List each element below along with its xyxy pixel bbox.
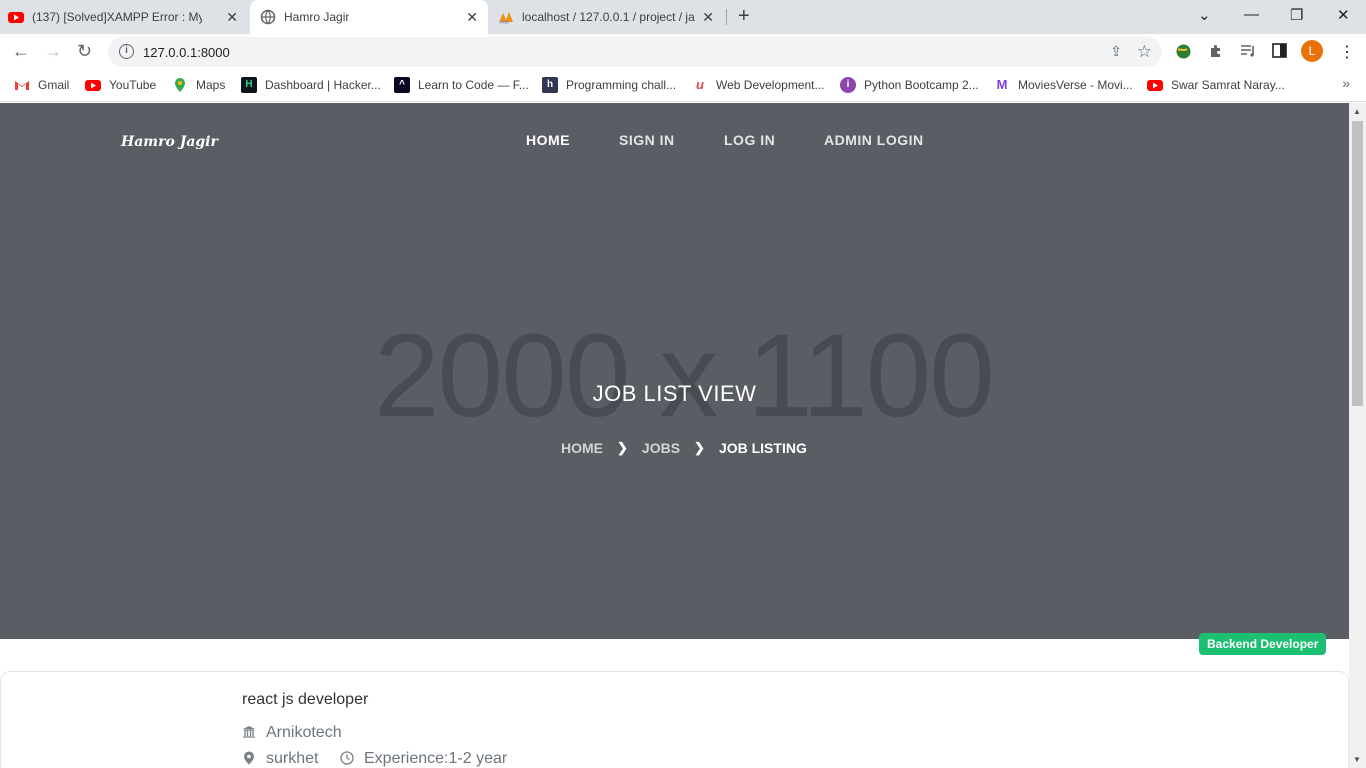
reload-icon[interactable]: ↻ <box>77 41 92 62</box>
bookmark-label: Python Bootcamp 2... <box>864 78 979 92</box>
nav-log-in[interactable]: LOG IN <box>724 132 775 148</box>
bookmarks-bar: Gmail YouTube Maps H Dashboard | Hacker.… <box>0 70 1366 102</box>
tab-phpmyadmin[interactable]: PMA localhost / 127.0.0.1 / project / ja… <box>498 0 728 34</box>
more-bookmarks-icon[interactable]: » <box>1342 75 1350 91</box>
bookmark-label: Maps <box>196 78 226 92</box>
tab-title: localhost / 127.0.0.1 / project / ja <box>522 10 695 24</box>
breadcrumb: HOME ❯ JOBS ❯ JOB LISTING <box>561 440 807 456</box>
hackerrank-icon: H <box>241 77 257 93</box>
bookmark-hackerearth[interactable]: h Programming chall... <box>542 77 676 93</box>
bookmark-label: Swar Samrat Naray... <box>1171 78 1285 92</box>
youtube-icon <box>85 77 101 93</box>
nav-admin-login[interactable]: ADMIN LOGIN <box>824 132 924 148</box>
menu-kebab-icon[interactable]: ⋮ <box>1339 42 1355 62</box>
breadcrumb-jobs[interactable]: JOBS <box>642 440 680 456</box>
tab-title: (137) [Solved]XAMPP Error : MySQ <box>32 10 202 24</box>
bookmark-label: YouTube <box>109 78 157 92</box>
youtube-icon <box>1147 77 1163 93</box>
clock-icon <box>340 750 354 768</box>
bookmark-label: Learn to Code — F... <box>418 78 529 92</box>
share-icon[interactable]: ⇪ <box>1110 43 1122 60</box>
bookmark-maps[interactable]: Maps <box>172 77 225 93</box>
back-icon[interactable]: ← <box>12 41 30 62</box>
bookmark-hackerrank[interactable]: H Dashboard | Hacker... <box>241 77 381 93</box>
close-tab-icon[interactable]: ✕ <box>702 9 714 26</box>
gmail-icon <box>14 77 30 93</box>
breadcrumb-current: JOB LISTING <box>718 440 807 456</box>
job-title[interactable]: react js developer <box>242 691 368 709</box>
bookmark-label: Programming chall... <box>566 78 677 92</box>
new-tab-button[interactable]: + <box>738 5 750 28</box>
vertical-scrollbar[interactable]: ▲ ▼ <box>1349 103 1366 768</box>
nav-home[interactable]: HOME <box>526 132 570 148</box>
bookmark-freecodecamp[interactable]: ^ Learn to Code — F... <box>394 77 529 93</box>
bookmark-moviesverse[interactable]: M MoviesVerse - Movi... <box>994 77 1133 93</box>
nav-sign-in[interactable]: SIGN IN <box>619 132 675 148</box>
tab-strip: (137) [Solved]XAMPP Error : MySQ ✕ Hamro… <box>0 0 1366 34</box>
svg-text:PMA: PMA <box>500 20 509 25</box>
location-pin-icon <box>242 751 256 768</box>
chevron-right-icon: ❯ <box>617 440 628 455</box>
bookmark-label: Web Development... <box>716 78 825 92</box>
moviesverse-icon: M <box>996 77 1008 92</box>
url-text[interactable]: 127.0.0.1:8000 <box>143 45 230 60</box>
site-logo[interactable]: Hamro Jagir <box>121 134 218 150</box>
tab-hamro-jagir[interactable]: Hamro Jagir ✕ <box>250 0 488 34</box>
company-name: Arnikotech <box>266 724 342 741</box>
tab-title: Hamro Jagir <box>284 10 350 24</box>
bookmark-python-bootcamp[interactable]: i Python Bootcamp 2... <box>840 77 979 93</box>
bootcamp-icon: i <box>840 77 856 93</box>
bookmark-swar-samrat[interactable]: Swar Samrat Naray... <box>1147 77 1285 93</box>
page-viewport: Hamro Jagir HOME SIGN IN LOG IN ADMIN LO… <box>0 103 1349 768</box>
experience-text: Experience:1-2 year <box>364 750 508 767</box>
bookmark-udemy[interactable]: u Web Development... <box>692 77 825 93</box>
side-panel-icon[interactable] <box>1272 43 1287 62</box>
tab-search-icon[interactable]: ⌄ <box>1198 6 1211 24</box>
browser-toolbar: ← → ↻ i 127.0.0.1:8000 ⇪ ☆ L ⋮ <box>0 34 1366 70</box>
bookmark-label: Gmail <box>38 78 70 92</box>
site-info-icon[interactable]: i <box>119 44 134 59</box>
youtube-icon <box>8 9 24 25</box>
scroll-up-icon[interactable]: ▲ <box>1353 107 1361 116</box>
job-company: Arnikotech <box>242 724 342 742</box>
globe-icon <box>260 9 276 25</box>
hackerearth-icon: h <box>542 77 558 93</box>
breadcrumb-home[interactable]: HOME <box>561 440 603 456</box>
close-tab-icon[interactable]: ✕ <box>466 9 478 26</box>
phpmyadmin-icon: PMA <box>498 9 514 25</box>
profile-avatar[interactable]: L <box>1301 40 1323 62</box>
close-window-icon[interactable]: ✕ <box>1337 6 1350 24</box>
freecodecamp-icon: ^ <box>394 77 410 93</box>
job-category-badge[interactable]: Backend Developer <box>1199 633 1327 655</box>
job-card[interactable]: react js developer Arnikotech surkhet Ex… <box>0 671 1349 768</box>
extension-globe-icon[interactable] <box>1175 43 1192 64</box>
hero-placeholder-text: 2000 x 1100 <box>374 310 995 442</box>
maps-icon <box>172 77 188 93</box>
reading-list-icon[interactable] <box>1240 43 1256 63</box>
scrollbar-thumb[interactable] <box>1352 121 1363 406</box>
restore-icon[interactable]: ❐ <box>1290 6 1303 24</box>
tab-xampp-video[interactable]: (137) [Solved]XAMPP Error : MySQ ✕ <box>8 0 248 34</box>
extensions-puzzle-icon[interactable] <box>1208 43 1224 63</box>
bookmark-label: MoviesVerse - Movi... <box>1018 78 1133 92</box>
page-title: JOB LIST VIEW <box>592 381 757 406</box>
building-icon <box>242 725 256 742</box>
forward-icon[interactable]: → <box>44 41 62 62</box>
bookmark-gmail[interactable]: Gmail <box>14 77 69 93</box>
scroll-down-icon[interactable]: ▼ <box>1353 755 1361 764</box>
close-tab-icon[interactable]: ✕ <box>226 9 238 26</box>
minimize-icon[interactable]: — <box>1244 6 1259 23</box>
hero-banner: Hamro Jagir HOME SIGN IN LOG IN ADMIN LO… <box>0 103 1349 639</box>
job-location: surkhet <box>242 750 318 768</box>
bookmark-label: Dashboard | Hacker... <box>265 78 381 92</box>
job-experience: Experience:1-2 year <box>340 750 507 768</box>
bookmark-youtube[interactable]: YouTube <box>85 77 156 93</box>
bookmark-star-icon[interactable]: ☆ <box>1137 42 1152 62</box>
chevron-right-icon: ❯ <box>694 440 705 455</box>
address-bar[interactable]: i 127.0.0.1:8000 ⇪ ☆ <box>108 37 1162 67</box>
tab-separator <box>726 9 727 25</box>
location-text: surkhet <box>266 750 319 767</box>
udemy-icon: u <box>696 77 704 92</box>
